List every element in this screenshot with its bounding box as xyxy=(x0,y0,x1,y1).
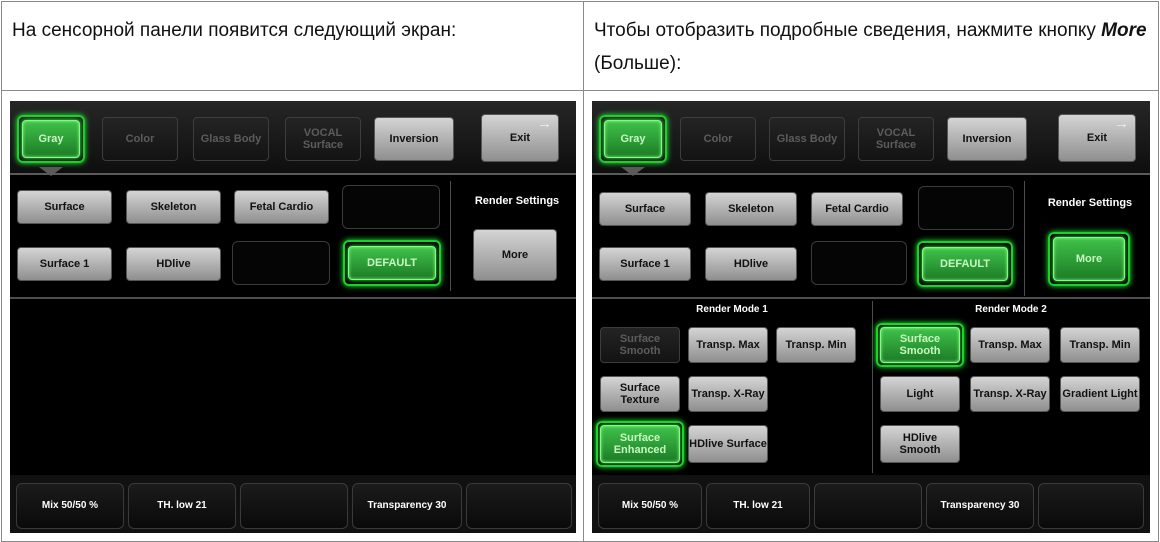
render-mode-1-title: Render Mode 1 xyxy=(696,304,768,315)
rm1-surface-smooth[interactable]: Surface Smooth xyxy=(600,327,680,363)
softkey-empty-1[interactable] xyxy=(240,483,348,529)
exit-label: Exit xyxy=(1086,132,1108,144)
rm2-surface-smooth[interactable]: Surface Smooth xyxy=(880,327,960,363)
preset-empty-2[interactable] xyxy=(811,241,907,285)
rm2-transp-xray[interactable]: Transp. X-Ray xyxy=(970,376,1050,412)
softkey-transparency[interactable]: Transparency 30 xyxy=(352,483,462,529)
rm1-surface-enhanced[interactable]: Surface Enhanced xyxy=(600,425,680,463)
softkey-mix[interactable]: Mix 50/50 % xyxy=(598,483,702,529)
render-settings-label: Render Settings xyxy=(1047,197,1133,209)
rm2-hdlive-smooth[interactable]: HDlive Smooth xyxy=(880,425,960,463)
preset-fetal-cardio[interactable]: Fetal Cardio xyxy=(811,192,903,226)
render-mode-2-title: Render Mode 2 xyxy=(975,304,1047,315)
rm2-transp-min[interactable]: Transp. Min xyxy=(1060,327,1140,363)
right-caption-before: Чтобы отобразить подробные сведения, наж… xyxy=(594,20,1102,41)
right-caption-cell: Чтобы отобразить подробные сведения, наж… xyxy=(583,1,1159,91)
softkey-bar: Mix 50/50 % TH. low 21 Transparency 30 xyxy=(592,475,1150,533)
tab-color[interactable]: Color xyxy=(680,117,756,161)
inversion-button[interactable]: Inversion xyxy=(947,117,1027,161)
left-caption: На сенсорной панели появится следующий э… xyxy=(12,20,457,41)
preset-fetal-cardio[interactable]: Fetal Cardio xyxy=(234,190,329,224)
presets-divider xyxy=(450,181,451,291)
tab-color[interactable]: Color xyxy=(102,117,178,161)
rm1-transp-max[interactable]: Transp. Max xyxy=(688,327,768,363)
exit-arrow-icon: → xyxy=(537,115,552,132)
more-button[interactable]: More xyxy=(1053,237,1125,281)
preset-surface-1[interactable]: Surface 1 xyxy=(17,247,112,281)
preset-empty-2[interactable] xyxy=(232,241,330,285)
rm2-transp-max[interactable]: Transp. Max xyxy=(970,327,1050,363)
rm1-hdlive-surface[interactable]: HDlive Surface xyxy=(688,425,768,463)
tab-vocal-surface[interactable]: VOCAL Surface xyxy=(285,117,361,161)
mode-tab-bar: Gray Color Glass Body VOCAL Surface Inve… xyxy=(592,101,1150,176)
presets-bottom-divider xyxy=(592,297,1150,299)
tab-vocal-surface[interactable]: VOCAL Surface xyxy=(858,117,934,161)
mode-tab-bar: Gray Color Glass Body VOCAL Surface Inve… xyxy=(10,101,576,176)
preset-default[interactable]: DEFAULT xyxy=(348,246,436,280)
presets-divider xyxy=(1024,181,1025,296)
preset-hdlive[interactable]: HDlive xyxy=(705,247,797,281)
active-tab-pointer xyxy=(39,167,63,176)
preset-surface[interactable]: Surface xyxy=(599,192,691,226)
softkey-empty-1[interactable] xyxy=(814,483,922,529)
preset-skeleton[interactable]: Skeleton xyxy=(705,192,797,226)
softkey-transparency[interactable]: Transparency 30 xyxy=(926,483,1034,529)
render-modes-divider xyxy=(872,301,873,473)
rm2-light[interactable]: Light xyxy=(880,376,960,412)
softkey-th-low[interactable]: TH. low 21 xyxy=(706,483,810,529)
exit-arrow-icon: → xyxy=(1114,115,1129,132)
more-button[interactable]: More xyxy=(473,229,557,281)
exit-button[interactable]: Exit → xyxy=(481,114,559,162)
inversion-button[interactable]: Inversion xyxy=(374,117,454,161)
left-caption-cell: На сенсорной панели появится следующий э… xyxy=(1,1,584,91)
active-tab-pointer xyxy=(621,167,645,176)
preset-empty-1[interactable] xyxy=(918,186,1014,230)
preset-empty-1[interactable] xyxy=(342,185,440,229)
rm1-surface-texture[interactable]: Surface Texture xyxy=(600,376,680,412)
tab-glass-body[interactable]: Glass Body xyxy=(193,117,269,161)
preset-skeleton[interactable]: Skeleton xyxy=(126,190,221,224)
preset-surface-1[interactable]: Surface 1 xyxy=(599,247,691,281)
softkey-mix[interactable]: Mix 50/50 % xyxy=(16,483,124,529)
preset-default[interactable]: DEFAULT xyxy=(922,247,1008,281)
softkey-bar: Mix 50/50 % TH. low 21 Transparency 30 xyxy=(10,475,576,533)
softkey-empty-2[interactable] xyxy=(466,483,572,529)
exit-button[interactable]: Exit → xyxy=(1058,114,1136,162)
softkey-th-low[interactable]: TH. low 21 xyxy=(128,483,236,529)
render-settings-label: Render Settings xyxy=(474,195,560,207)
presets-bottom-divider xyxy=(10,297,576,299)
rm1-transp-xray[interactable]: Transp. X-Ray xyxy=(688,376,768,412)
rm1-transp-min[interactable]: Transp. Min xyxy=(776,327,856,363)
touch-panel-left: Gray Color Glass Body VOCAL Surface Inve… xyxy=(10,101,576,533)
tab-gray[interactable]: Gray xyxy=(604,120,662,158)
tab-gray[interactable]: Gray xyxy=(22,120,80,158)
softkey-empty-2[interactable] xyxy=(1038,483,1144,529)
tab-glass-body[interactable]: Glass Body xyxy=(769,117,845,161)
touch-panel-right: Gray Color Glass Body VOCAL Surface Inve… xyxy=(592,101,1150,533)
preset-surface[interactable]: Surface xyxy=(17,190,112,224)
right-caption-after: (Больше): xyxy=(594,53,682,74)
exit-label: Exit xyxy=(509,132,531,144)
right-caption-more: More xyxy=(1101,20,1147,41)
preset-hdlive[interactable]: HDlive xyxy=(126,247,221,281)
rm2-gradient-light[interactable]: Gradient Light xyxy=(1060,376,1140,412)
